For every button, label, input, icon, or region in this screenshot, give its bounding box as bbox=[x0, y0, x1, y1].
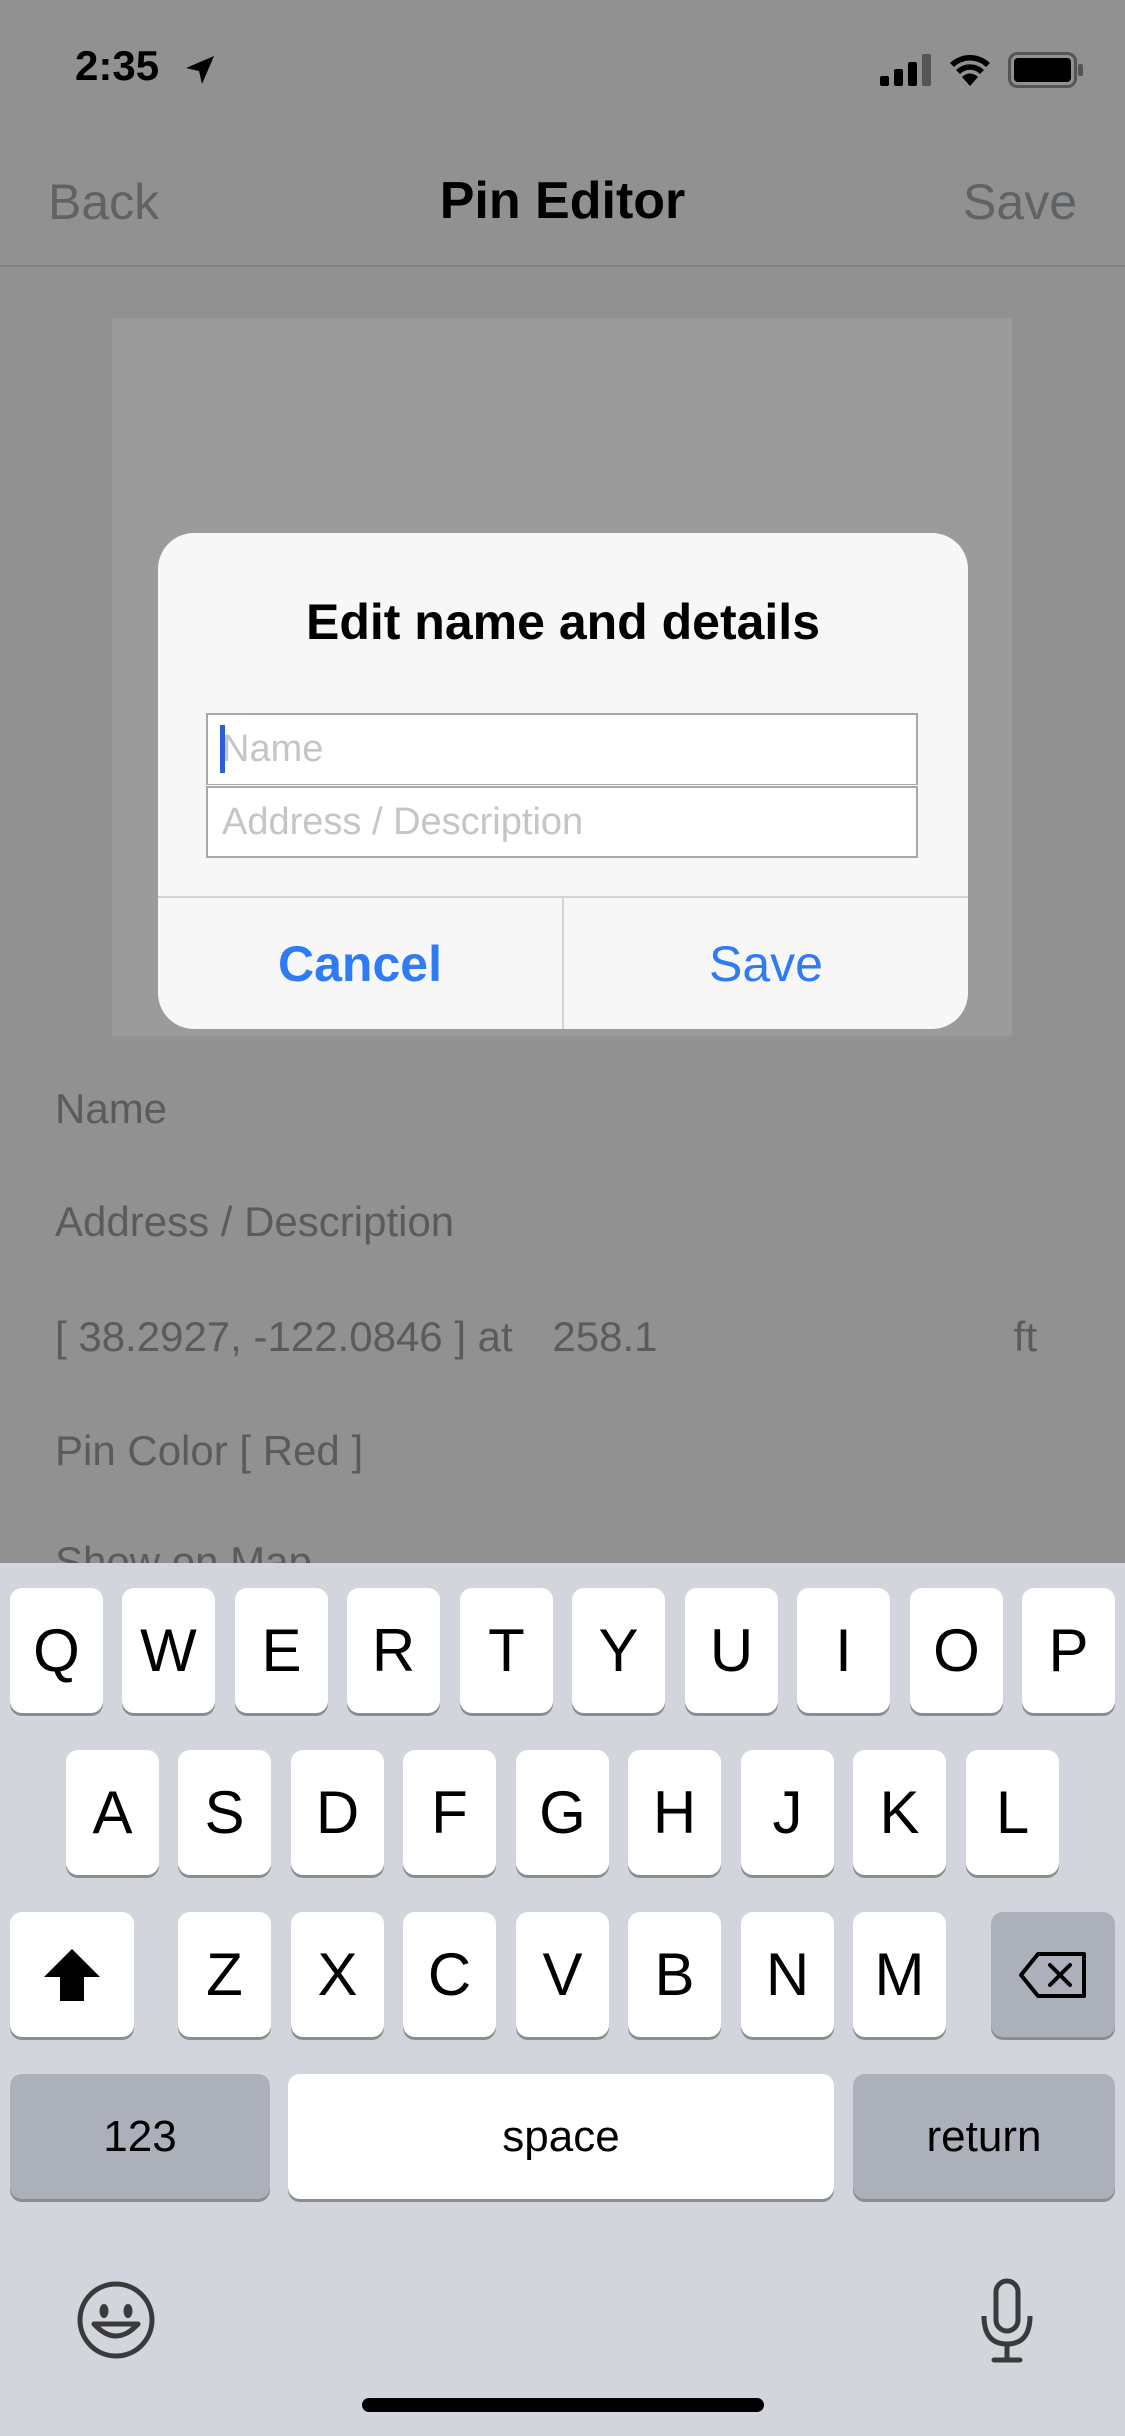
key[interactable]: J bbox=[741, 1750, 834, 1875]
key[interactable]: D bbox=[291, 1750, 384, 1875]
key[interactable]: I bbox=[797, 1588, 890, 1713]
location-arrow-icon bbox=[186, 56, 214, 84]
altitude-unit: ft bbox=[1013, 1313, 1037, 1360]
save-button[interactable]: Save bbox=[564, 898, 968, 1029]
key[interactable]: P bbox=[1022, 1588, 1115, 1713]
text-caret bbox=[220, 725, 225, 773]
key[interactable]: U bbox=[685, 1588, 778, 1713]
key[interactable]: S bbox=[178, 1750, 271, 1875]
key[interactable]: F bbox=[403, 1750, 496, 1875]
nav-save-button[interactable]: Save bbox=[963, 173, 1077, 231]
address-field[interactable]: Address / Description bbox=[55, 1198, 454, 1246]
navigation-bar: Back Pin Editor Save bbox=[0, 135, 1125, 267]
battery-icon bbox=[1008, 52, 1083, 88]
status-bar: 2:35 bbox=[0, 0, 1125, 135]
key[interactable]: K bbox=[853, 1750, 946, 1875]
status-time: 2:35 bbox=[75, 42, 160, 89]
delete-key[interactable] bbox=[991, 1912, 1115, 2037]
name-input[interactable] bbox=[206, 713, 918, 785]
key[interactable]: R bbox=[347, 1588, 440, 1713]
key[interactable]: V bbox=[516, 1912, 609, 2037]
key[interactable]: O bbox=[910, 1588, 1003, 1713]
address-input[interactable] bbox=[206, 786, 918, 858]
alert-title: Edit name and details bbox=[305, 594, 820, 650]
key[interactable]: W bbox=[122, 1588, 215, 1713]
shift-icon bbox=[44, 1948, 100, 2001]
coordinates-text: [ 38.2927, -122.0846 ] at bbox=[55, 1313, 513, 1360]
key[interactable]: T bbox=[460, 1588, 553, 1713]
keyboard: Q W E R T Y U I O P A S D F G H J K L Z … bbox=[0, 1563, 1125, 2436]
cancel-button[interactable]: Cancel bbox=[158, 898, 562, 1029]
return-key[interactable]: return bbox=[853, 2074, 1115, 2199]
coordinates-row: [ 38.2927, -122.0846 ] at 258.1 bbox=[55, 1313, 657, 1361]
key[interactable]: B bbox=[628, 1912, 721, 2037]
key[interactable]: Q bbox=[10, 1588, 103, 1713]
pin-color-field[interactable]: Pin Color [ Red ] bbox=[55, 1427, 363, 1475]
key[interactable]: A bbox=[66, 1750, 159, 1875]
key[interactable]: H bbox=[628, 1750, 721, 1875]
backspace-icon bbox=[1019, 1951, 1086, 1998]
cellular-signal-icon bbox=[880, 54, 931, 86]
key[interactable]: C bbox=[403, 1912, 496, 2037]
emoji-icon[interactable] bbox=[76, 2280, 156, 2360]
key[interactable]: M bbox=[853, 1912, 946, 2037]
key[interactable]: X bbox=[291, 1912, 384, 2037]
wifi-icon bbox=[950, 55, 990, 86]
home-indicator[interactable] bbox=[362, 2398, 764, 2412]
key[interactable]: L bbox=[966, 1750, 1059, 1875]
numbers-key[interactable]: 123 bbox=[10, 2074, 270, 2199]
key[interactable]: E bbox=[235, 1588, 328, 1713]
space-key[interactable]: space bbox=[288, 2074, 834, 2199]
name-field[interactable]: Name bbox=[55, 1085, 167, 1133]
key[interactable]: Y bbox=[572, 1588, 665, 1713]
key[interactable]: G bbox=[516, 1750, 609, 1875]
key[interactable]: N bbox=[741, 1912, 834, 2037]
shift-key[interactable] bbox=[10, 1912, 134, 2037]
altitude-value[interactable]: 258.1 bbox=[552, 1313, 657, 1360]
key[interactable]: Z bbox=[178, 1912, 271, 2037]
page-title: Pin Editor bbox=[439, 172, 686, 230]
edit-details-alert: Edit name and details Cancel Save bbox=[158, 533, 968, 1029]
microphone-icon[interactable] bbox=[978, 2278, 1036, 2364]
